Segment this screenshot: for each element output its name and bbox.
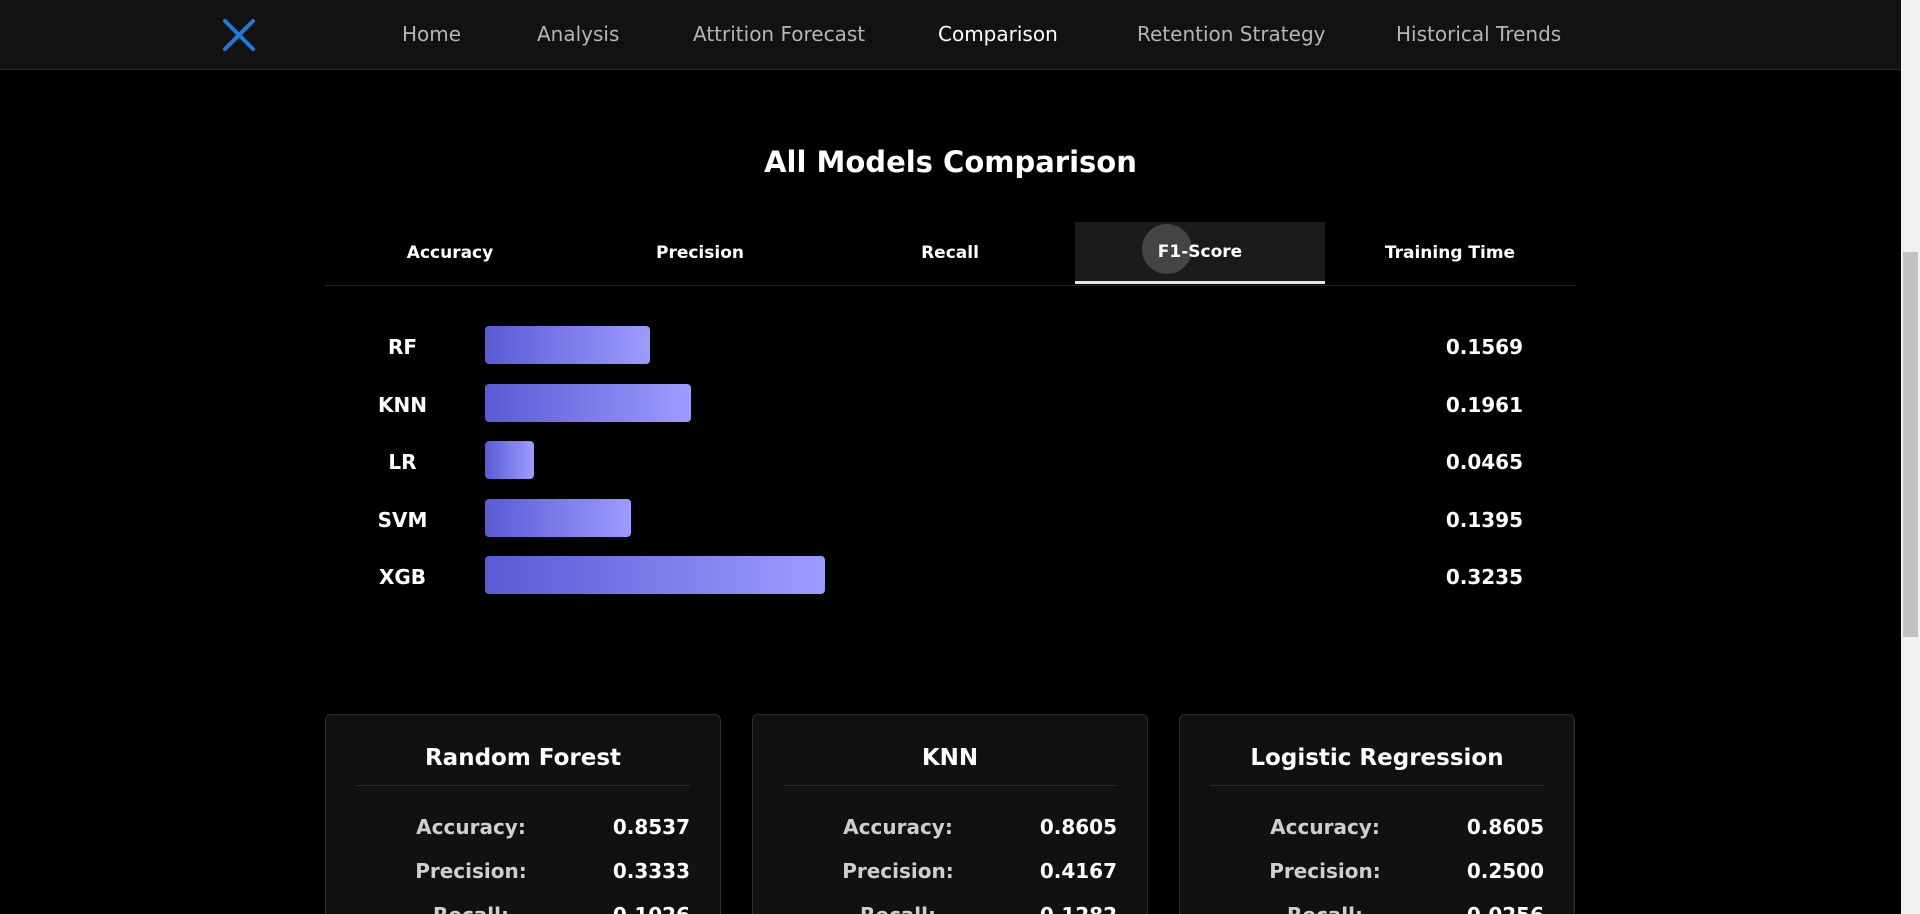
metric-value: 0.8537 xyxy=(612,815,690,839)
metric-value: 0.4167 xyxy=(1039,859,1117,883)
metric-label: Precision: xyxy=(415,859,527,883)
metric-value: 0.1282 xyxy=(1040,903,1117,914)
click-ripple xyxy=(1142,224,1192,274)
bar-category-label: SVM xyxy=(377,507,428,532)
tab-recall[interactable]: Recall xyxy=(825,222,1075,284)
metric-row: Recall: 0.1026 xyxy=(356,903,690,914)
model-card-random-forest: Random Forest Accuracy: 0.8537 Precision… xyxy=(325,714,721,914)
metric-label: Accuracy: xyxy=(416,815,526,839)
bar-chart: RF 0.1569 KNN 0.1961 LR 0.0465 SVM 0.1395 XGB 0.3… xyxy=(325,310,1575,610)
nav-home[interactable]: Home xyxy=(402,22,461,46)
bar-value-label: 0.1569 xyxy=(1445,335,1523,359)
metric-label: Recall: xyxy=(356,903,586,914)
metric-row: Accuracy: 0.8605 xyxy=(1210,815,1544,843)
metric-value: 0.2500 xyxy=(1466,859,1544,883)
bar-row-rf: RF 0.1569 xyxy=(325,326,1575,366)
scrollbar[interactable] xyxy=(1901,0,1920,914)
metric-label: Accuracy: xyxy=(1270,815,1380,839)
tab-training-time[interactable]: Training Time xyxy=(1325,222,1575,284)
metric-label: Recall: xyxy=(1210,903,1440,914)
card-title: KNN xyxy=(783,745,1117,786)
tab-precision[interactable]: Precision xyxy=(575,222,825,284)
bar-value-label: 0.0465 xyxy=(1445,450,1523,474)
tab-f1-score[interactable]: F1-Score xyxy=(1075,222,1325,284)
nav-attrition-forecast[interactable]: Attrition Forecast xyxy=(693,22,865,46)
card-title: Random Forest xyxy=(356,745,690,786)
metric-label: Accuracy: xyxy=(843,815,953,839)
metric-tabs: Accuracy Precision Recall F1-Score Train… xyxy=(325,222,1575,286)
metric-value: 0.1026 xyxy=(613,903,690,914)
nav-comparison[interactable]: Comparison xyxy=(938,22,1058,46)
bar-row-xgb: XGB 0.3235 xyxy=(325,556,1575,596)
bar-rf[interactable] xyxy=(485,326,650,364)
model-card-knn: KNN Accuracy: 0.8605 Precision: 0.4167 R… xyxy=(752,714,1148,914)
bar-category-label: RF xyxy=(387,335,418,359)
nav-analysis[interactable]: Analysis xyxy=(537,22,619,46)
tab-accuracy[interactable]: Accuracy xyxy=(325,222,575,284)
nav-historical-trends[interactable]: Historical Trends xyxy=(1396,22,1561,46)
nav-retention-strategy[interactable]: Retention Strategy xyxy=(1137,22,1326,46)
model-card-logistic-regression: Logistic Regression Accuracy: 0.8605 Pre… xyxy=(1179,714,1575,914)
bar-lr[interactable] xyxy=(485,441,534,479)
bar-value-label: 0.1395 xyxy=(1445,507,1523,532)
metric-row: Recall: 0.0256 xyxy=(1210,903,1544,914)
metric-value: 0.0256 xyxy=(1467,903,1544,914)
metric-label: Recall: xyxy=(783,903,1013,914)
bar-xgb[interactable] xyxy=(485,556,825,594)
metric-value: 0.8605 xyxy=(1039,815,1117,839)
metric-value: 0.3333 xyxy=(612,859,690,883)
page-title: All Models Comparison xyxy=(764,145,1137,179)
metric-row: Precision: 0.2500 xyxy=(1210,859,1544,887)
bar-row-svm: SVM 0.1395 xyxy=(325,498,1575,539)
metric-label: Precision: xyxy=(1269,859,1381,883)
metric-row: Precision: 0.4167 xyxy=(783,859,1117,887)
metric-row: Recall: 0.1282 xyxy=(783,903,1117,914)
card-title: Logistic Regression xyxy=(1210,745,1544,786)
bar-svm[interactable] xyxy=(485,498,631,537)
nav-links: Home Analysis Attrition Forecast Compari… xyxy=(0,0,1901,70)
bar-category-label: XGB xyxy=(378,565,427,589)
bar-category-label: LR xyxy=(388,450,417,474)
metric-row: Accuracy: 0.8537 xyxy=(356,815,690,843)
bar-value-label: 0.1961 xyxy=(1445,392,1523,417)
metric-row: Accuracy: 0.8605 xyxy=(783,815,1117,843)
bar-row-lr: LR 0.0465 xyxy=(325,441,1575,481)
bar-row-knn: KNN 0.1961 xyxy=(325,383,1575,424)
top-navbar: Home Analysis Attrition Forecast Compari… xyxy=(0,0,1901,70)
metric-value: 0.8605 xyxy=(1466,815,1544,839)
metric-row: Precision: 0.3333 xyxy=(356,859,690,887)
metric-label: Precision: xyxy=(842,859,954,883)
scrollbar-thumb[interactable] xyxy=(1903,252,1918,637)
bar-knn[interactable] xyxy=(485,383,691,422)
model-cards: Random Forest Accuracy: 0.8537 Precision… xyxy=(325,714,1575,914)
bar-value-label: 0.3235 xyxy=(1445,565,1523,589)
bar-category-label: KNN xyxy=(378,392,427,417)
